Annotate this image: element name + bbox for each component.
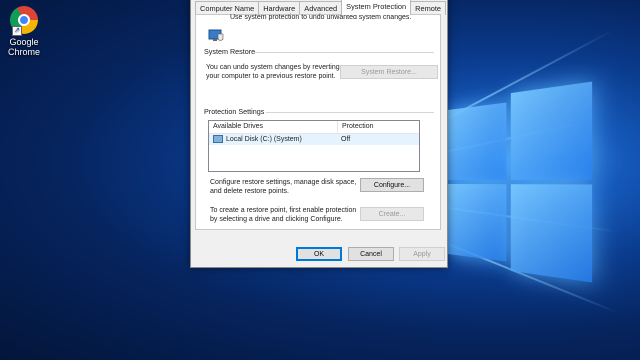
column-header-available-drives[interactable]: Available Drives	[209, 121, 338, 133]
configure-text-line1: Configure restore settings, manage disk …	[210, 179, 357, 186]
tab-system-protection[interactable]: System Protection	[341, 0, 412, 15]
create-text-line2: by selecting a drive and clicking Config…	[210, 216, 343, 223]
system-restore-heading: System Restore	[204, 47, 256, 56]
desktop-icon-label-line1: Google	[9, 37, 39, 47]
divider	[266, 112, 434, 113]
desktop-icon-label-line2: Chrome	[7, 47, 40, 57]
table-row[interactable]: Local Disk (C:) (System) Off	[209, 134, 419, 145]
drive-cell: Local Disk (C:) (System)	[209, 134, 337, 145]
system-properties-dialog: Computer Name Hardware Advanced System P…	[190, 0, 448, 268]
desktop-icon-google-chrome[interactable]: ↗ Google Chrome	[4, 6, 44, 57]
ok-button[interactable]: OK	[296, 247, 342, 261]
divider	[254, 52, 434, 53]
configure-button[interactable]: Configure...	[360, 178, 424, 192]
drives-list[interactable]: Available Drives Protection Local Disk (…	[208, 120, 420, 172]
column-header-protection[interactable]: Protection	[338, 121, 374, 133]
system-restore-text-line2: your computer to a previous restore poin…	[206, 73, 336, 80]
protection-settings-heading: Protection Settings	[204, 107, 265, 116]
create-text-line1: To create a restore point, first enable …	[210, 207, 357, 214]
apply-button[interactable]: Apply	[399, 247, 445, 261]
local-disk-icon	[213, 135, 223, 144]
system-restore-button[interactable]: System Restore...	[340, 65, 438, 79]
create-button[interactable]: Create...	[360, 207, 424, 221]
system-protection-page: Use system protection to undo unwanted s…	[195, 14, 441, 230]
cancel-button[interactable]: Cancel	[348, 247, 394, 261]
configure-text-line2: and delete restore points.	[210, 188, 289, 195]
chrome-icon: ↗	[10, 6, 38, 36]
system-protection-icon	[208, 29, 224, 41]
system-restore-text-line1: You can undo system changes by reverting	[206, 64, 340, 71]
tab-remote[interactable]: Remote	[410, 1, 447, 15]
protection-cell: Off	[341, 136, 351, 143]
drives-list-header: Available Drives Protection	[209, 121, 419, 134]
shortcut-arrow-icon: ↗	[12, 26, 22, 36]
